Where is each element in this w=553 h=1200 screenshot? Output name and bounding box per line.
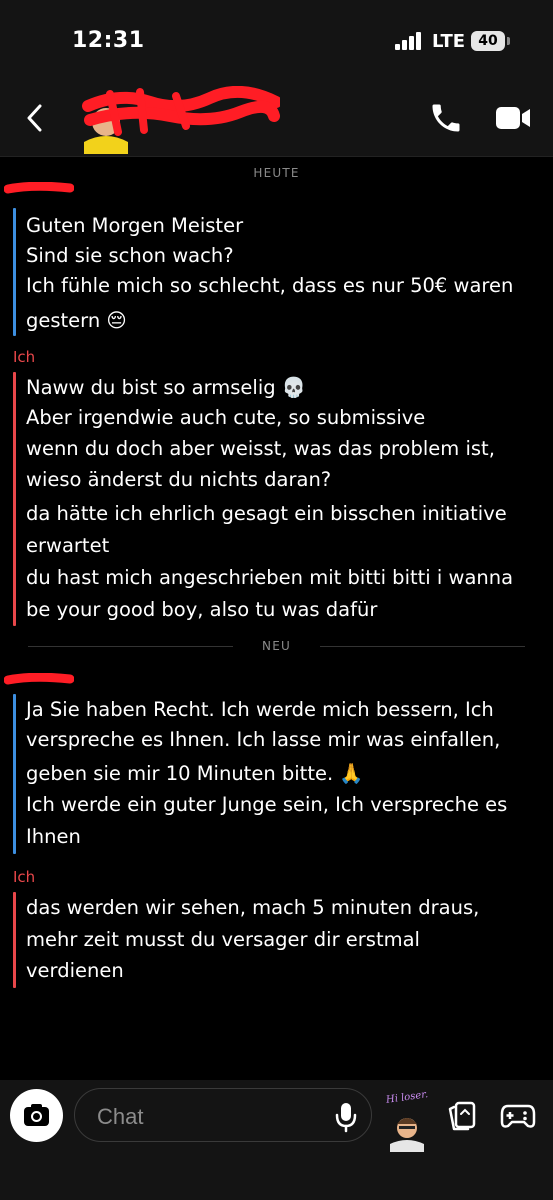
- camera-button[interactable]: [10, 1089, 63, 1142]
- message-line: Ja Sie haben Recht. Ich werde mich besse…: [26, 698, 494, 721]
- back-button[interactable]: [22, 102, 50, 134]
- received-indicator-bar: [13, 694, 16, 854]
- message-line: mehr zeit musst du versager dir erstmal: [26, 928, 420, 951]
- bitmoji-icon: [390, 1118, 424, 1152]
- message-line: du hast mich angeschrieben mit bitti bit…: [26, 566, 514, 589]
- call-button[interactable]: [428, 100, 464, 136]
- message-line: das werden wir sehen, mach 5 minuten dra…: [26, 896, 480, 919]
- sent-indicator-bar: [13, 892, 16, 988]
- message-line: Sind sie schon wach?: [26, 244, 234, 267]
- message-line: wenn du doch aber weisst, was das proble…: [26, 437, 495, 460]
- camera-icon: [24, 1104, 49, 1126]
- status-bar: 12:31 LTE 40: [0, 0, 553, 80]
- message-group-received: Ja Sie haben Recht. Ich werde mich besse…: [13, 694, 543, 854]
- message-line: verdienen: [26, 959, 124, 982]
- message-line: wieso änderst du nichts daran?: [26, 468, 332, 491]
- chat-input-box[interactable]: [74, 1088, 372, 1142]
- signal-icon: [395, 32, 423, 50]
- game-controller-icon: [500, 1104, 536, 1128]
- message-line: erwartet: [26, 534, 110, 557]
- received-indicator-bar: [13, 208, 16, 336]
- chat-header: [0, 80, 553, 157]
- message-line: geben sie mir 10 Minuten bitte. 🙏: [26, 762, 364, 785]
- battery-tip: [507, 37, 510, 45]
- sent-indicator-bar: [13, 372, 16, 626]
- name-redaction: [82, 86, 280, 136]
- new-messages-divider: NEU: [28, 638, 525, 654]
- phone-icon: [432, 104, 460, 132]
- chat-input[interactable]: [95, 1101, 319, 1133]
- status-time: 12:31: [72, 28, 145, 53]
- message-line: da hätte ich ehrlich gesagt ein bisschen…: [26, 502, 507, 525]
- carrier-label: LTE: [432, 31, 466, 52]
- message-line: be your good boy, also tu was dafür: [26, 598, 378, 621]
- sender-label-me: Ich: [13, 348, 36, 366]
- message-line: Ich fühle mich so schlecht, dass es nur …: [26, 274, 514, 297]
- date-divider: HEUTE: [253, 166, 300, 180]
- cards-button[interactable]: [446, 1100, 478, 1132]
- message-line: Ich werde ein guter Junge sein, Ich vers…: [26, 793, 508, 816]
- sender-name-redaction: [4, 673, 74, 685]
- battery-indicator: 40: [471, 31, 505, 51]
- cards-icon: [448, 1101, 476, 1131]
- message-line: gestern 😔: [26, 309, 127, 332]
- message-group-received: Guten Morgen Meister Sind sie schon wach…: [13, 208, 543, 336]
- new-messages-label: NEU: [262, 639, 291, 653]
- bitmoji-button[interactable]: Hi loser.: [382, 1089, 432, 1152]
- sender-label-me: Ich: [13, 868, 36, 886]
- microphone-button[interactable]: [333, 1101, 359, 1133]
- video-call-button[interactable]: [494, 102, 532, 134]
- message-line: Ihnen: [26, 825, 81, 848]
- sender-name-redaction: [4, 182, 74, 194]
- chevron-left-icon: [27, 104, 42, 132]
- video-camera-icon: [496, 107, 530, 129]
- message-line: Aber irgendwie auch cute, so submissive: [26, 406, 426, 429]
- message-line: Guten Morgen Meister: [26, 214, 244, 237]
- microphone-icon: [335, 1103, 357, 1133]
- message-group-sent: Naww du bist so armselig 💀 Aber irgendwi…: [13, 372, 543, 626]
- message-line: verspreche es Ihnen. Ich lasse mir was e…: [26, 728, 501, 751]
- message-group-sent: das werden wir sehen, mach 5 minuten dra…: [13, 892, 543, 988]
- message-line: Naww du bist so armselig 💀: [26, 376, 307, 399]
- composer-bar: Hi loser.: [0, 1080, 553, 1200]
- games-button[interactable]: [500, 1102, 536, 1130]
